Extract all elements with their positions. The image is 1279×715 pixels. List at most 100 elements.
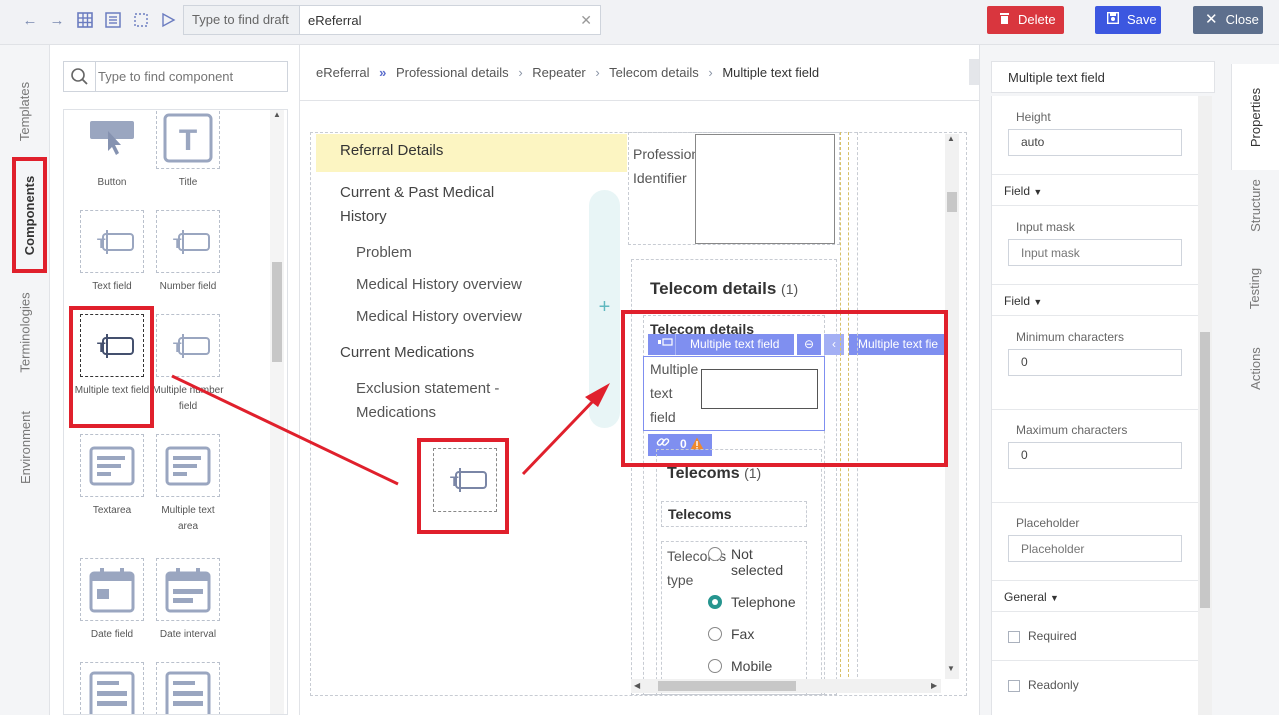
title-icon: T xyxy=(156,110,220,169)
nav-exclusion-statement[interactable]: Exclusion statement - Medications xyxy=(356,377,526,425)
component-title[interactable]: T Title xyxy=(150,110,226,191)
component-label: Button xyxy=(97,177,127,188)
readonly-checkbox[interactable] xyxy=(1008,680,1020,692)
floppy-disk-icon xyxy=(1106,6,1120,34)
multiple-text-area-icon xyxy=(156,434,220,497)
placeholder-input[interactable] xyxy=(1008,535,1182,562)
height-input[interactable]: auto xyxy=(1008,129,1182,156)
draft-search-input[interactable] xyxy=(302,6,572,34)
forward-arrow-icon[interactable]: → xyxy=(47,12,67,30)
radio-mobile-label: Mobile xyxy=(731,658,773,674)
scroll-down-icon[interactable]: ▼ xyxy=(947,664,955,673)
breadcrumb-item[interactable]: eReferral xyxy=(316,65,369,80)
component-label: Multiple text area xyxy=(161,505,215,532)
date-field-icon xyxy=(80,558,144,621)
form-block-icon xyxy=(156,662,220,714)
telecom-details-title-text: Telecom details xyxy=(650,279,777,298)
close-button-label: Close xyxy=(1225,12,1259,27)
tab-environment[interactable]: Environment xyxy=(0,397,50,497)
min-characters-input[interactable]: 0 xyxy=(1008,349,1182,376)
tab-properties[interactable]: Properties xyxy=(1231,64,1279,170)
list-view-icon[interactable] xyxy=(103,12,123,30)
tab-testing-label: Testing xyxy=(1247,267,1263,309)
scrollbar-thumb[interactable] xyxy=(1200,332,1210,608)
max-characters-label: Maximum characters xyxy=(1016,423,1128,437)
scrollbar-thumb[interactable] xyxy=(272,262,282,362)
component-date-field[interactable]: Date field xyxy=(74,558,150,643)
component-label: Number field xyxy=(159,281,217,292)
component-form-block[interactable] xyxy=(74,662,150,714)
component-text-field[interactable]: T Text field xyxy=(74,210,150,295)
tab-components-label: Components xyxy=(22,175,38,255)
breadcrumb-item[interactable]: Telecom details xyxy=(609,65,699,80)
tab-terminologies[interactable]: Terminologies xyxy=(0,277,50,387)
properties-header: Multiple text field xyxy=(991,61,1215,93)
tab-actions[interactable]: Actions xyxy=(1231,336,1279,400)
close-button[interactable]: ✕ Close xyxy=(1193,6,1263,34)
nav-current-medications[interactable]: Current Medications xyxy=(340,341,630,365)
nav-current-past[interactable]: Current & Past Medical History xyxy=(340,181,520,229)
max-characters-input[interactable]: 0 xyxy=(1008,442,1182,469)
general-section-header[interactable]: General ▼ xyxy=(992,580,1198,612)
component-multiple-number-field[interactable]: T Multiple number field xyxy=(150,314,226,415)
telecom-details-title: Telecom details (1) xyxy=(650,279,798,299)
field-section-label: Field xyxy=(1004,294,1031,308)
back-arrow-icon[interactable]: ← xyxy=(20,12,40,30)
svg-text:T: T xyxy=(179,124,197,157)
tab-templates-label: Templates xyxy=(17,81,33,141)
clear-icon[interactable]: ✕ xyxy=(580,12,592,29)
tab-components[interactable]: Components xyxy=(12,157,47,273)
text-field-icon: T xyxy=(80,210,144,273)
radio-not-selected[interactable] xyxy=(708,547,722,561)
component-scrollbar[interactable]: ▲ xyxy=(270,110,284,714)
delete-button[interactable]: Delete xyxy=(987,6,1064,34)
save-button-label: Save xyxy=(1127,12,1157,27)
chevron-right-icon: › xyxy=(595,65,600,80)
radio-mobile[interactable] xyxy=(708,659,722,673)
input-mask-input[interactable] xyxy=(1008,239,1182,266)
component-label: Date field xyxy=(90,629,134,640)
field-section-header[interactable]: Field ▼ xyxy=(992,174,1198,206)
scroll-right-icon[interactable]: ▶ xyxy=(931,681,937,690)
breadcrumb-item[interactable]: Professional details xyxy=(396,65,509,80)
tab-templates[interactable]: Templates xyxy=(0,65,50,157)
component-multiple-text-area[interactable]: Multiple text area xyxy=(150,434,226,535)
highlight-multiple-text-field xyxy=(69,306,154,428)
grid-view-icon[interactable] xyxy=(75,12,95,30)
selection-icon[interactable] xyxy=(131,12,151,30)
readonly-label: Readonly xyxy=(1028,678,1079,692)
add-section-dropzone[interactable]: + xyxy=(589,190,620,428)
delete-button-label: Delete xyxy=(1018,12,1056,27)
properties-scrollbar[interactable] xyxy=(1198,96,1212,715)
component-form-block-2[interactable] xyxy=(150,662,226,714)
component-textarea[interactable]: Textarea xyxy=(74,434,150,519)
nav-referral-details[interactable]: Referral Details xyxy=(316,134,627,172)
required-label: Required xyxy=(1028,629,1077,643)
field-section-header-2[interactable]: Field ▼ xyxy=(992,284,1198,316)
scrollbar-thumb[interactable] xyxy=(947,192,957,212)
component-button[interactable]: Button xyxy=(74,110,150,191)
svg-text:T: T xyxy=(173,235,182,251)
scroll-up-icon[interactable]: ▲ xyxy=(272,110,282,124)
tab-structure[interactable]: Structure xyxy=(1231,170,1279,240)
tab-testing[interactable]: Testing xyxy=(1231,256,1279,320)
breadcrumb-item[interactable]: Repeater xyxy=(532,65,585,80)
save-button[interactable]: Save xyxy=(1095,6,1161,34)
required-checkbox[interactable] xyxy=(1008,631,1020,643)
component-search-input[interactable] xyxy=(98,62,283,91)
breadcrumb-item-current: Multiple text field xyxy=(722,65,820,80)
editor-canvas: eReferral » Professional details › Repea… xyxy=(300,45,979,715)
component-date-interval[interactable]: Date interval xyxy=(150,558,226,643)
dragged-multiple-text-field-icon: T xyxy=(433,448,497,512)
component-label: Title xyxy=(178,177,198,188)
preview-play-icon[interactable] xyxy=(158,12,178,30)
svg-text:T: T xyxy=(97,235,106,251)
radio-fax[interactable] xyxy=(708,627,722,641)
profession-identifier-field[interactable] xyxy=(695,134,835,244)
scroll-left-icon[interactable]: ◀ xyxy=(634,681,640,690)
scroll-up-icon[interactable]: ▲ xyxy=(947,134,955,143)
radio-telephone[interactable] xyxy=(708,595,722,609)
component-number-field[interactable]: T Number field xyxy=(150,210,226,295)
scrollbar-thumb[interactable] xyxy=(658,681,796,691)
canvas-horizontal-scrollbar[interactable]: ◀ ▶ xyxy=(631,679,941,693)
